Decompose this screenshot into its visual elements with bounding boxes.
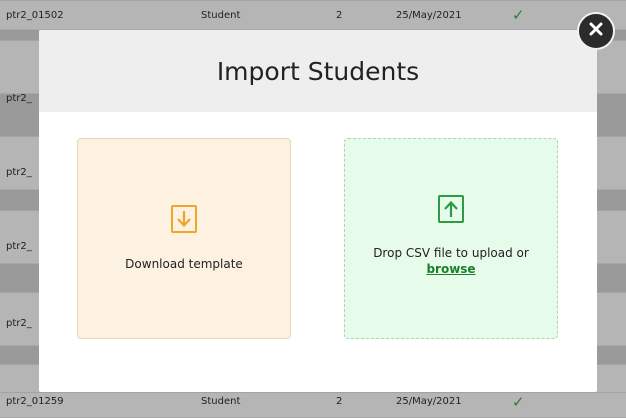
row-role: Student: [201, 10, 241, 21]
row-id-partial: ptr2_: [6, 167, 32, 178]
download-template-label: Download template: [125, 257, 243, 271]
upload-arrow-icon: [438, 195, 464, 223]
csv-drop-zone[interactable]: Drop CSV file to upload or browse: [344, 138, 558, 339]
row-role: Student: [201, 396, 241, 407]
row-id-partial: ptr2_: [6, 318, 32, 329]
browse-link[interactable]: browse: [426, 262, 475, 276]
row-count: 2: [336, 10, 343, 21]
row-id-partial: ptr2_: [6, 241, 32, 252]
close-icon: [588, 21, 604, 41]
modal-title: Import Students: [216, 56, 420, 86]
check-icon: ✓: [512, 6, 525, 24]
download-arrow-icon: [171, 205, 197, 233]
close-button[interactable]: [577, 12, 615, 50]
import-students-modal: Import Students Download template Drop C…: [39, 30, 597, 392]
row-id: ptr2_01502: [6, 10, 64, 21]
upload-label: Drop CSV file to upload or: [373, 246, 529, 260]
row-id-partial: ptr2_: [6, 93, 32, 104]
modal-header: Import Students: [39, 30, 597, 112]
row-date: 25/May/2021: [396, 10, 462, 21]
row-id: ptr2_01259: [6, 396, 64, 407]
download-template-button[interactable]: Download template: [77, 138, 291, 339]
table-row: ptr2_01502 Student 2 25/May/2021 ✓: [0, 0, 626, 30]
table-row: ptr2_01259 Student 2 25/May/2021 ✓: [0, 392, 626, 418]
row-count: 2: [336, 396, 343, 407]
upload-instructions: Drop CSV file to upload or browse: [356, 245, 546, 277]
row-date: 25/May/2021: [396, 396, 462, 407]
check-icon: ✓: [512, 393, 525, 411]
